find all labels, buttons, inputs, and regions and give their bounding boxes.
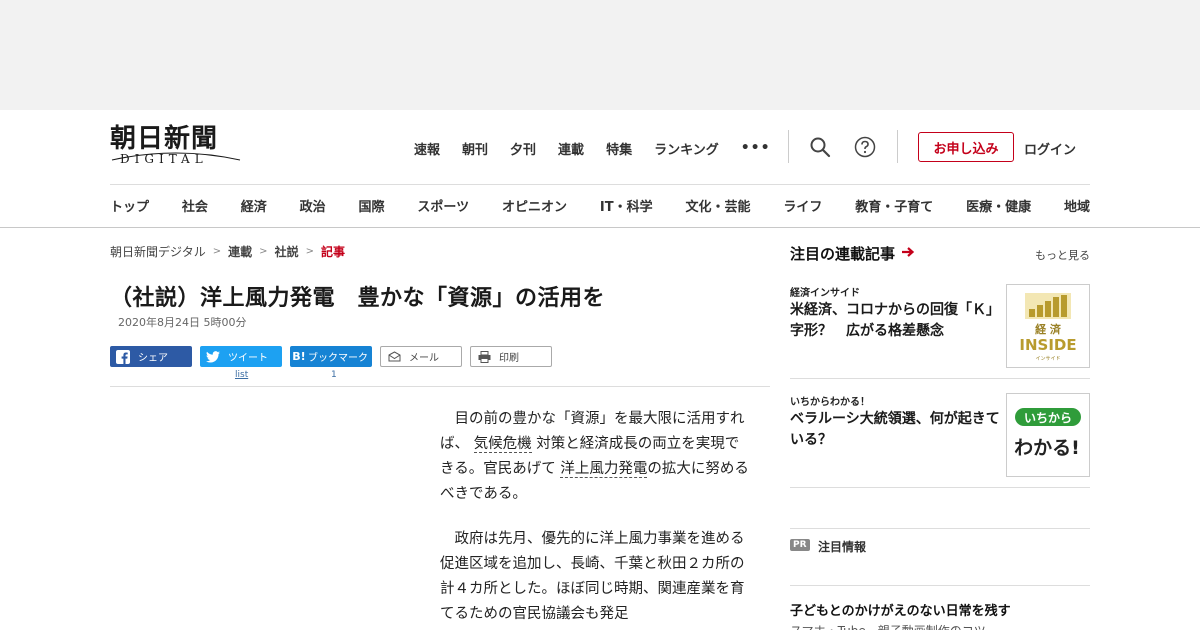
breadcrumb-series[interactable]: 連載 [228, 243, 252, 260]
breadcrumb-current: 記事 [320, 245, 345, 259]
category-sports[interactable]: スポーツ [417, 196, 469, 215]
sidebar-article-item[interactable]: 経済インサイド 米経済、コロナからの回復「Ｋ」字形？ 広がる格差懸念 経 済 I… [790, 284, 1090, 379]
twitter-share-button[interactable]: ツイート [200, 346, 282, 367]
arrow-right-icon [901, 246, 915, 262]
sidebar-headline[interactable]: 米経済、コロナからの回復「Ｋ」字形？ 広がる格差懸念 [790, 300, 1000, 342]
header-divider [110, 184, 1090, 185]
breadcrumb-separator-icon: > [259, 246, 268, 257]
header-separator [788, 130, 789, 163]
category-education[interactable]: 教育・子育て [855, 196, 933, 215]
pr-section-title: 注目情報 [818, 540, 867, 554]
mail-icon [387, 350, 401, 364]
keyword-link-climate-crisis[interactable]: 気候危機 [473, 436, 532, 453]
breadcrumb-separator-icon: > [212, 246, 222, 257]
category-international[interactable]: 国際 [359, 196, 385, 215]
ichikara-wakaru-thumbnail[interactable]: いちから わかる! [1006, 393, 1090, 477]
pr-badge: PR [790, 539, 810, 551]
mail-share-button[interactable]: メール [380, 346, 462, 367]
twitter-share-label: ツイート [228, 353, 268, 364]
economy-inside-text-2: INSIDE [1019, 336, 1076, 354]
category-culture[interactable]: 文化・芸能 [685, 196, 750, 215]
twitter-share-count[interactable]: list [235, 370, 248, 380]
category-politics[interactable]: 政治 [300, 196, 326, 215]
economy-inside-text-3: インサイド [1035, 356, 1060, 362]
category-top[interactable]: トップ [110, 196, 149, 215]
sidebar-series-name[interactable]: いちからわかる！ [790, 393, 870, 408]
category-economy[interactable]: 経済 [241, 196, 267, 215]
share-divider [110, 386, 770, 387]
category-it-science[interactable]: IT・科学 [600, 196, 653, 215]
article-title: （社説）洋上風力発電 豊かな「資源」の活用を [110, 286, 606, 311]
top-nav-item-ranking[interactable]: ランキング [654, 139, 719, 158]
sidebar-series-name[interactable]: 経済インサイド [790, 284, 860, 299]
site-header: 朝日新聞 DIGITAL 速報 朝刊 夕刊 連載 特集 ランキング ••• お申… [0, 110, 1200, 228]
site-logo[interactable]: 朝日新聞 DIGITAL [110, 124, 242, 170]
more-menu-icon[interactable]: ••• [741, 140, 771, 156]
hatena-bookmark-button[interactable]: B! ブックマーク [290, 346, 372, 367]
breadcrumb: 朝日新聞デジタル > 連載 > 社説 > 記事 [110, 243, 345, 260]
pr-section: PR 注目情報 [790, 528, 1090, 586]
article-paragraph: 政府は先月、優先的に洋上風力事業を進める促進区域を追加し、長崎、千葉と秋田２カ所… [440, 531, 745, 622]
economy-inside-text-1: 経 済 [1035, 322, 1062, 336]
breadcrumb-separator-icon: > [305, 246, 314, 257]
top-nav-item-morning[interactable]: 朝刊 [462, 139, 488, 158]
print-icon [477, 350, 491, 364]
help-icon[interactable] [854, 136, 876, 158]
category-society[interactable]: 社会 [182, 196, 208, 215]
article-paragraph: 目の前の豊かな「資源」を最大限に活用すれば、 気候危機 対策と経済成長の両立を実… [440, 407, 750, 507]
subscribe-button[interactable]: お申し込み [918, 132, 1014, 162]
sidebar-header: 注目の連載記事 もっと見る [790, 243, 1090, 267]
economy-inside-logo-icon: 経 済 INSIDE インサイド [1019, 293, 1077, 362]
login-link[interactable]: ログイン [1024, 139, 1076, 158]
header-separator [897, 130, 898, 163]
top-nav-item-features[interactable]: 特集 [606, 139, 632, 158]
top-nav-item-breaking[interactable]: 速報 [414, 139, 440, 158]
ichikara-text-1: いちから [1024, 411, 1072, 425]
top-nav: 速報 朝刊 夕刊 連載 特集 ランキング ••• [414, 138, 771, 158]
twitter-icon [206, 350, 220, 364]
category-region[interactable]: 地域 [1064, 196, 1090, 215]
search-icon[interactable] [809, 136, 831, 158]
facebook-icon [116, 349, 130, 364]
hatena-bookmark-label: ブックマーク [308, 353, 368, 364]
facebook-share-button[interactable]: シェア [110, 346, 192, 367]
pr-headline-link[interactable]: 子どもとのかけがえのない日常を残す [790, 600, 1011, 619]
ad-banner-area [0, 0, 1200, 110]
ichikara-wakaru-logo-icon: いちから わかる! [1014, 408, 1081, 459]
hatena-bookmark-icon: B! [292, 350, 306, 363]
logo-sub-text: DIGITAL [120, 152, 208, 166]
category-health[interactable]: 医療・健康 [966, 196, 1031, 215]
pr-subtext[interactable]: スマホ・Tube、親子動画制作のコツ [790, 622, 986, 630]
article-date: 2020年8月24日 5時00分 [118, 316, 247, 329]
breadcrumb-home[interactable]: 朝日新聞デジタル [110, 243, 206, 260]
economy-inside-thumbnail[interactable]: 経 済 INSIDE インサイド [1006, 284, 1090, 368]
top-nav-item-evening[interactable]: 夕刊 [510, 139, 536, 158]
sidebar-headline[interactable]: ベラルーシ大統領選、何が起きている？ [790, 409, 1000, 451]
hatena-bookmark-count: 1 [331, 370, 337, 380]
article-body: 目の前の豊かな「資源」を最大限に活用すれば、 気候危機 対策と経済成長の両立を実… [440, 407, 750, 630]
category-life[interactable]: ライフ [783, 196, 822, 215]
breadcrumb-editorial[interactable]: 社説 [275, 243, 299, 260]
print-label: 印刷 [499, 353, 519, 364]
top-nav-item-series[interactable]: 連載 [558, 139, 584, 158]
category-opinion[interactable]: オピニオン [502, 196, 567, 215]
sidebar-article-item[interactable]: いちからわかる！ ベラルーシ大統領選、何が起きている？ いちから わかる! [790, 393, 1090, 488]
category-nav: トップ 社会 経済 政治 国際 スポーツ オピニオン IT・科学 文化・芸能 ラ… [110, 196, 1090, 215]
facebook-share-label: シェア [138, 353, 168, 364]
sidebar-title-text: 注目の連載記事 [790, 245, 896, 263]
ichikara-text-2: わかる! [1014, 437, 1080, 459]
mail-share-label: メール [409, 353, 439, 364]
print-button[interactable]: 印刷 [470, 346, 552, 367]
keyword-link-offshore-wind[interactable]: 洋上風力発電 [560, 461, 648, 478]
sidebar-more-link[interactable]: もっと見る [1035, 247, 1090, 263]
